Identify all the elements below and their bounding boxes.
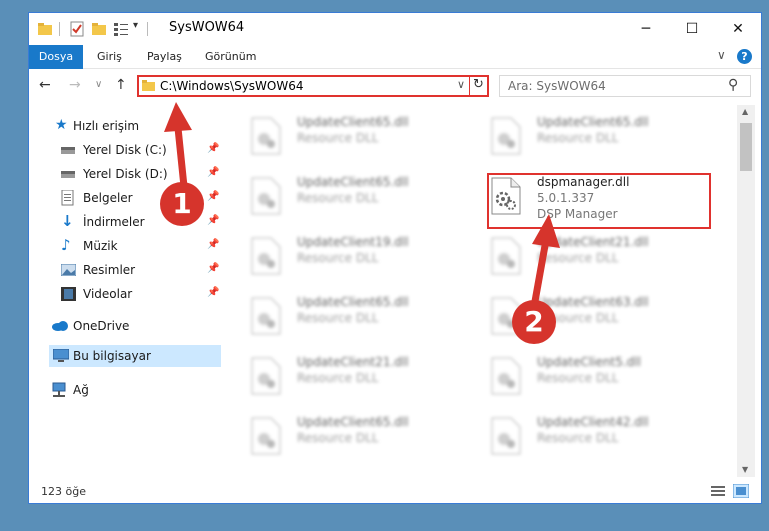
- arrow-1-head: [164, 102, 192, 132]
- callout-1: 1: [160, 182, 204, 226]
- annotation-arrows: [164, 102, 560, 319]
- arrow-2-head: [532, 214, 560, 248]
- callout-2: 2: [512, 300, 556, 344]
